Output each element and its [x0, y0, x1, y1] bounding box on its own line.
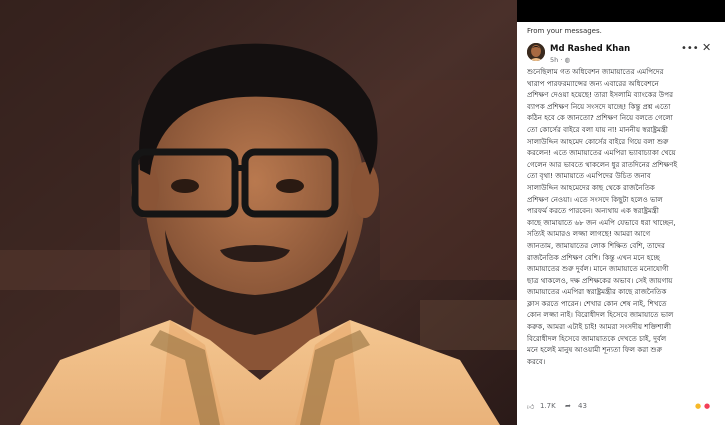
- post-line: তো বৃথা! জামায়াতে এমপিদের উচিত জনাব: [527, 171, 651, 181]
- likes-count[interactable]: 1.7K: [540, 402, 556, 410]
- thumbs-up-icon[interactable]: 👍︎: [527, 402, 534, 411]
- post-line: বিরোধীদল হিসেবে জামায়াতকে দেখতে চাই, দু…: [527, 333, 667, 343]
- share-arrow-icon[interactable]: ➦: [565, 402, 571, 410]
- post-line: ব্যাপক প্রশিক্ষণ নিয়ে সংসদে যাচ্ছে! কিন…: [527, 101, 671, 111]
- avatar-image: [527, 43, 545, 61]
- reactions-bar: 👍︎ 1.7K ➦ 43 ● ●: [527, 402, 717, 414]
- post-line: তো কোর্সের বাইরে বলা যায় না! মাননীয় স্…: [527, 124, 668, 134]
- more-dots-icon[interactable]: •••: [681, 43, 699, 54]
- profile-photo: [0, 0, 517, 425]
- post-line: খারাপ পারফরম্যান্সের জন্য এবারের অধিবেশন…: [527, 78, 659, 88]
- globe-icon: ◍: [564, 56, 571, 64]
- author-name[interactable]: Md Rashed Khan: [550, 44, 630, 54]
- post-line: করুক, আমরা এটাই চাই! আমরা সংসদীয় শক্তিশ…: [527, 322, 671, 332]
- post-line: কঠিন হবে কে জানতো? প্রশিক্ষণ নিয়ে বলতে …: [527, 113, 673, 123]
- post-line: গেলেন আর ভাবতে থাকলেন ধুর রাতদিনের প্রশি…: [527, 159, 678, 169]
- post-line: জামায়াতের শুরু দুর্বল। মানে জামায়াতে ম…: [527, 264, 669, 274]
- post-line: সালাউদ্দিন আহমেদ কোর্সের বাইরে গিয়ে বলা…: [527, 136, 669, 146]
- post-line: প্রশিক্ষণ নেওয়া। এতে সংসদে কিছুটা হলেও …: [527, 194, 663, 204]
- post-line: রাজনৈতিক প্রশিক্ষণ বেশি। কিন্তু এখন মনে …: [527, 252, 660, 262]
- haha-reaction-icon: ●: [695, 402, 702, 410]
- post-line: করলেন! এতে জামায়াতের এমপিরা ভ্যাবাচ্যাক…: [527, 148, 676, 158]
- close-icon[interactable]: ✕: [702, 41, 711, 54]
- post-line: পারফর্ম করতে পারবেন। অন্যথায় এক স্বরাষ্…: [527, 206, 659, 216]
- post-time: 5h · ◍: [550, 56, 570, 64]
- post-line: জামায়াতের এমপিরা স্বরাষ্ট্রমন্ত্রীর কাছ…: [527, 287, 667, 297]
- post-line: কাছে জামায়াতে ৬৮ জন এমপি যেভাবে ধরা খাচ…: [527, 217, 676, 227]
- post-line: সত্যিই আমারও লজ্জা লাগছে! আমরা আগে: [527, 229, 651, 239]
- post-line: সালাউদ্দিন আহমেদের কাছ থেকে রাজনৈতিক: [527, 182, 655, 192]
- post-text: শুনেছিলাম গত অধিবেশন জামায়াতের এমপিদের …: [527, 66, 717, 367]
- post-line: শুনেছিলাম গত অধিবেশন জামায়াতের এমপিদের: [527, 67, 664, 76]
- post-panel: From your messages. Md Rashed Khan 5h · …: [517, 0, 725, 425]
- avatar[interactable]: [527, 43, 545, 61]
- top-bar: [517, 0, 725, 22]
- from-messages-label: From your messages.: [527, 27, 602, 35]
- portrait-image: [0, 0, 517, 425]
- post-line: জানতাম, জামায়াতের লোক শিক্ষিত বেশি, তাদ…: [527, 240, 665, 250]
- post-line: কোন লজ্জা নাই। বিরোধীদল হিসেবে জামায়াতে…: [527, 310, 674, 320]
- shares-count[interactable]: 43: [578, 402, 587, 410]
- post-line: মনে হলেই মানুষ আওয়ামী শূন্যতা ফিল করা শ…: [527, 345, 663, 355]
- post-time-value: 5h: [550, 56, 559, 64]
- post-line: ছাত্র থাকলেও, দক্ষ প্রশিক্ষকের অভাব। সেই…: [527, 275, 673, 285]
- post-line: ক্লাস করতে পারেন। শেখার কোন শেষ নাই, শিখ…: [527, 298, 667, 308]
- post-line: প্রশিক্ষণ দেওয়া হয়েছে! তারা ইসলামি ব্য…: [527, 90, 673, 100]
- post-line: করবে।: [527, 356, 546, 366]
- love-reaction-icon: ●: [704, 402, 711, 410]
- time-separator: ·: [560, 56, 563, 64]
